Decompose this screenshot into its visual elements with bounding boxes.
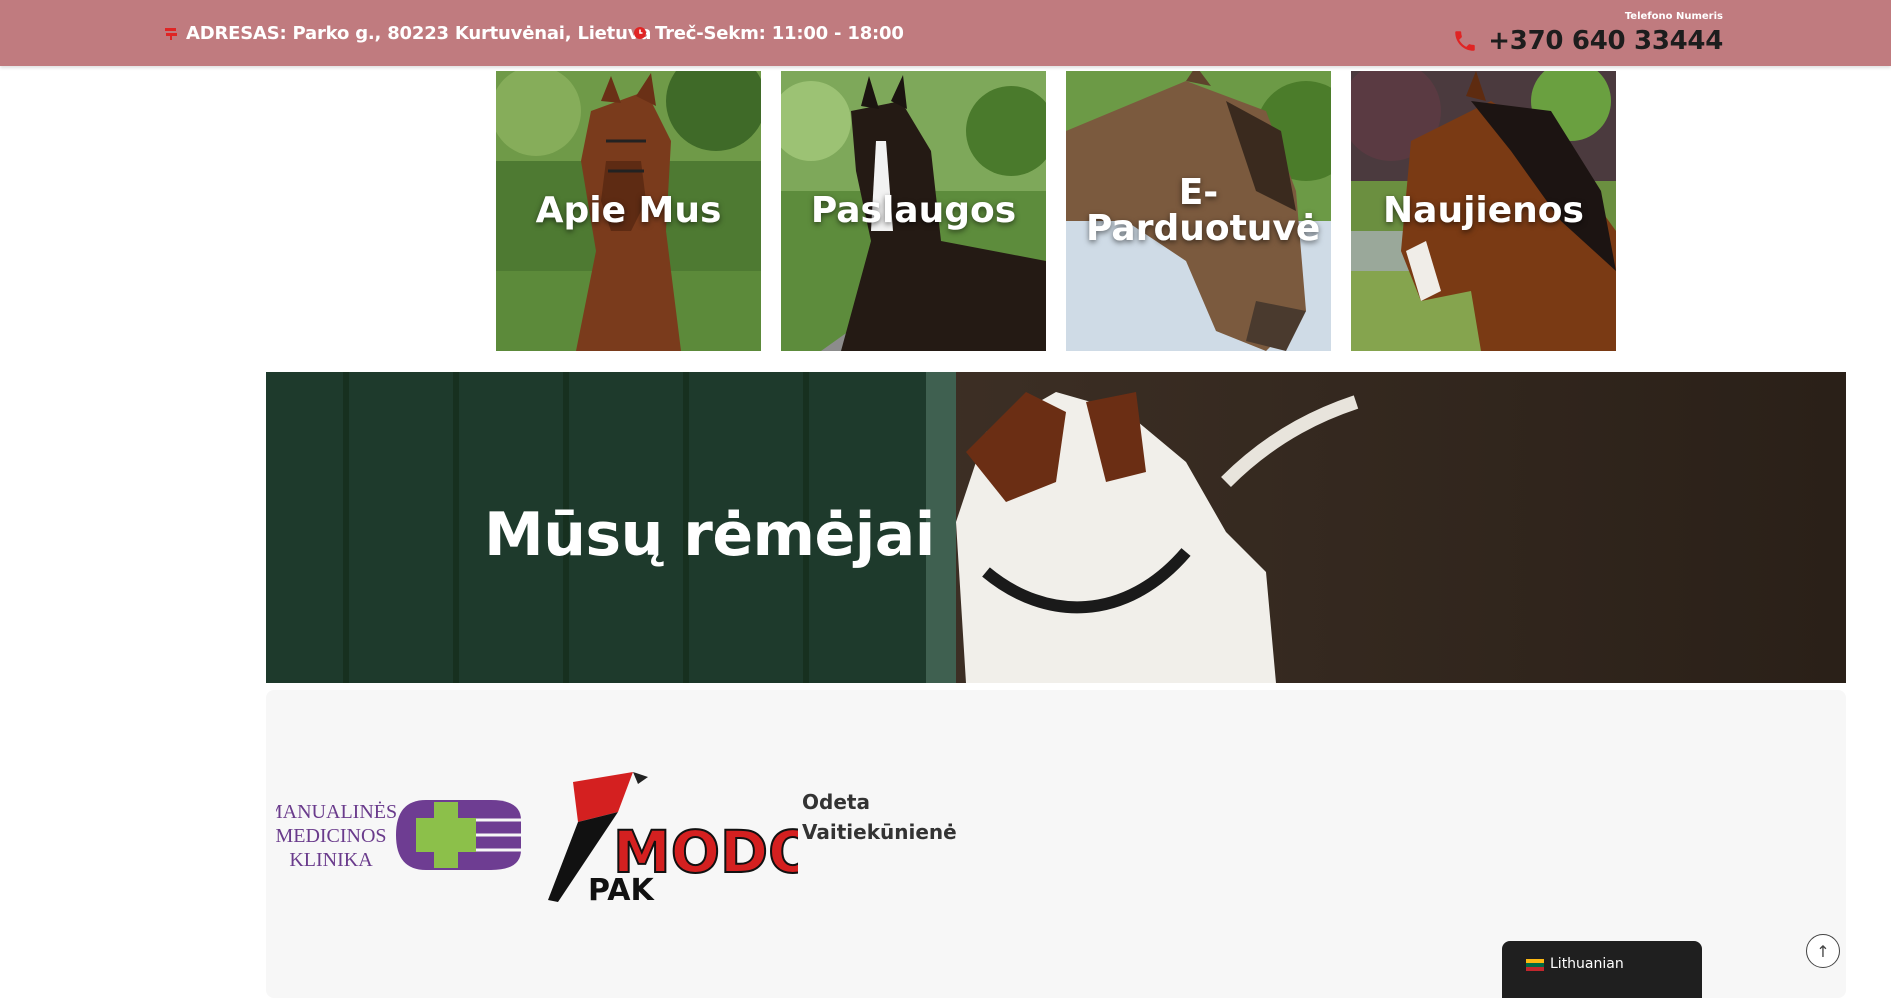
modo-pak-logo[interactable]: MODO PAK (538, 772, 798, 904)
tile-label: Apie Mus (535, 190, 722, 231)
hours-text: Treč-Sekm: 11:00 - 18:00 (655, 22, 904, 44)
svg-text:KLINIKA: KLINIKA (289, 849, 373, 871)
phone-number: +370 640 33444 (1488, 26, 1723, 56)
clock-icon (634, 27, 646, 39)
language-switcher[interactable]: Lithuanian (1502, 941, 1702, 998)
manualines-medicinos-klinika-logo[interactable]: MANUALINĖS MEDICINOS KLINIKA (276, 790, 526, 880)
back-to-top-button[interactable]: ↑ (1806, 934, 1840, 968)
tile-naujienos[interactable]: Naujienos (1351, 71, 1616, 351)
tile-label: Paslaugos (810, 190, 1017, 231)
address-text: ADRESAS: Parko g., 80223 Kurtuvėnai, Lie… (186, 22, 652, 44)
tile-label: E-Parduotuvė (1086, 172, 1321, 249)
tile-apie-mus[interactable]: Apie Mus (496, 71, 761, 351)
arrow-up-icon: ↑ (1816, 941, 1830, 961)
language-label: Lithuanian (1550, 956, 1624, 972)
tile-label: Naujienos (1383, 190, 1584, 231)
svg-text:MEDICINOS: MEDICINOS (276, 825, 387, 847)
sponsor-person: Odeta Vaitiekūnienė (802, 787, 957, 847)
sponsor-last-name: Vaitiekūnienė (802, 820, 957, 844)
sign-icon (165, 28, 177, 40)
phone-icon (1455, 31, 1476, 51)
svg-text:MANUALINĖS: MANUALINĖS (276, 800, 397, 823)
sponsors-banner: Mūsų rėmėjai (266, 372, 1846, 683)
phone-link[interactable]: +370 640 33444 (1452, 26, 1723, 56)
lithuania-flag-icon (1526, 959, 1544, 971)
banner-title: Mūsų rėmėjai (484, 500, 935, 570)
top-bar: ADRESAS: Parko g., 80223 Kurtuvėnai, Lie… (0, 0, 1891, 66)
sponsor-first-name: Odeta (802, 790, 870, 814)
address-info: ADRESAS: Parko g., 80223 Kurtuvėnai, Lie… (164, 20, 651, 46)
svg-text:PAK: PAK (588, 873, 655, 904)
tile-paslaugos[interactable]: Paslaugos (781, 71, 1046, 351)
tile-e-parduotuve[interactable]: E-Parduotuvė (1066, 71, 1331, 351)
phone-label: Telefono Numeris (1624, 11, 1723, 22)
hours-info: Treč-Sekm: 11:00 - 18:00 (633, 20, 904, 46)
